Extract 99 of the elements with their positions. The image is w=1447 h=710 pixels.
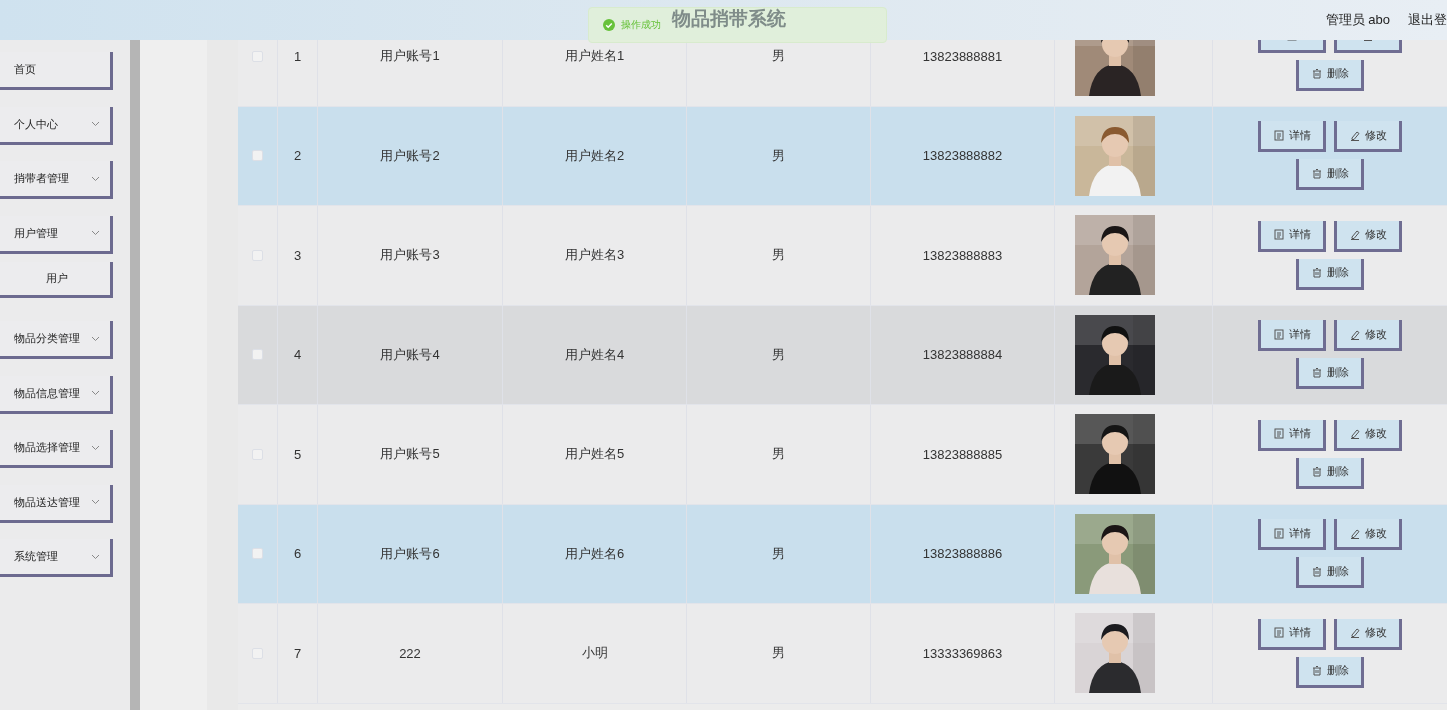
edit-button[interactable]: 修改 xyxy=(1334,519,1402,551)
toast-message: 操作成功 xyxy=(621,18,661,32)
sidebar-item[interactable]: 系统管理 xyxy=(0,539,113,577)
detail-button[interactable]: 详情 xyxy=(1258,519,1326,551)
detail-button[interactable]: 详情 xyxy=(1258,220,1326,252)
table-cell: 用户账号6 xyxy=(380,544,440,563)
table-cell: 小明 xyxy=(581,644,608,663)
sidebar-item[interactable]: 物品选择管理 xyxy=(0,430,113,468)
delete-button[interactable]: 删除 xyxy=(1296,358,1364,390)
table-cell: 13823888883 xyxy=(922,247,1003,263)
chevron-down-icon xyxy=(91,121,100,127)
trash-icon xyxy=(1311,68,1322,80)
edit-button[interactable]: 修改 xyxy=(1334,419,1402,451)
chevron-down-icon xyxy=(91,499,100,505)
table-cell: 2 xyxy=(293,148,302,164)
delete-button[interactable]: 删除 xyxy=(1296,258,1364,290)
table-cell: 用户账号4 xyxy=(380,345,440,364)
table-cell: 222 xyxy=(399,645,421,661)
table-cell: 男 xyxy=(772,644,785,663)
edit-button[interactable]: 修改 xyxy=(1334,320,1402,352)
pencil-icon xyxy=(1349,627,1360,639)
delete-button[interactable]: 删除 xyxy=(1296,457,1364,489)
table-cell: 13823888881 xyxy=(922,48,1003,64)
table-cell: 用户账号5 xyxy=(380,445,440,464)
trash-icon xyxy=(1311,167,1322,179)
table-cell: 男 xyxy=(772,544,785,563)
table-cell: 用户姓名3 xyxy=(564,246,625,265)
document-icon xyxy=(1273,627,1284,639)
table-cell: 用户姓名4 xyxy=(564,345,625,364)
sidebar-item[interactable]: 物品信息管理 xyxy=(0,375,113,414)
chevron-down-icon xyxy=(91,444,100,451)
detail-button[interactable]: 详情 xyxy=(1258,618,1326,650)
chevron-down-icon xyxy=(91,553,100,560)
pencil-icon xyxy=(1349,328,1360,340)
document-icon xyxy=(1273,428,1284,440)
detail-button[interactable]: 详情 xyxy=(1258,121,1326,153)
document-icon xyxy=(1273,328,1284,340)
submenu-item[interactable]: 用户 xyxy=(0,262,113,298)
row-checkbox[interactable] xyxy=(252,349,263,361)
table-cell: 6 xyxy=(293,546,302,562)
pencil-icon xyxy=(1349,428,1360,440)
table-cell: 用户姓名2 xyxy=(564,146,625,165)
table-cell: 男 xyxy=(772,246,785,265)
delete-button[interactable]: 删除 xyxy=(1296,656,1364,688)
table-cell: 用户账号3 xyxy=(380,246,440,265)
table-cell: 用户姓名5 xyxy=(564,445,625,464)
check-circle-icon xyxy=(603,19,615,31)
document-icon xyxy=(1273,527,1284,539)
table-cell: 13823888884 xyxy=(922,347,1003,363)
sidebar-item[interactable]: 个人中心 xyxy=(0,106,113,145)
table-cell: 4 xyxy=(293,347,302,363)
trash-icon xyxy=(1311,466,1322,478)
table-cell: 男 xyxy=(772,345,785,364)
delete-button[interactable]: 删除 xyxy=(1296,557,1364,589)
document-icon xyxy=(1273,229,1284,241)
table-cell: 13333369863 xyxy=(922,645,1003,661)
trash-icon xyxy=(1311,565,1322,577)
table-cell: 13823888886 xyxy=(922,546,1003,562)
edit-button[interactable]: 修改 xyxy=(1334,121,1402,153)
table-cell: 用户姓名1 xyxy=(564,47,625,66)
sidebar-item[interactable]: 物品送达管理 xyxy=(0,484,113,523)
trash-icon xyxy=(1311,267,1322,279)
table-cell: 3 xyxy=(293,247,302,263)
delete-button[interactable]: 删除 xyxy=(1296,59,1364,91)
table-cell: 13823888885 xyxy=(922,446,1003,462)
admin-user-label: 管理员 abo xyxy=(1325,11,1390,29)
table-cell: 1 xyxy=(293,48,302,64)
table-cell: 男 xyxy=(772,47,785,66)
detail-button[interactable]: 详情 xyxy=(1258,419,1326,451)
delete-button[interactable]: 删除 xyxy=(1296,159,1364,191)
chevron-down-icon xyxy=(91,390,100,396)
trash-icon xyxy=(1311,665,1322,677)
table-cell: 7 xyxy=(293,645,302,661)
sidebar-item[interactable]: 物品分类管理 xyxy=(0,321,113,359)
pencil-icon xyxy=(1349,129,1360,141)
system-title: 物品捎带系统 xyxy=(672,7,786,31)
pencil-icon xyxy=(1349,527,1360,539)
table-cell: 5 xyxy=(293,446,302,462)
table-cell: 男 xyxy=(772,445,785,464)
table-cell: 用户姓名6 xyxy=(564,544,625,563)
document-icon xyxy=(1273,129,1284,141)
logout-link[interactable]: 退出登 xyxy=(1408,11,1447,29)
pencil-icon xyxy=(1349,229,1360,241)
sidebar-item[interactable]: 用户管理 xyxy=(0,215,113,254)
sidebar-item[interactable]: 首页 xyxy=(0,52,113,90)
sidebar-item[interactable]: 捎带者管理 xyxy=(0,161,113,199)
detail-button[interactable]: 详情 xyxy=(1258,320,1326,352)
row-checkbox[interactable] xyxy=(252,548,263,560)
table-cell: 男 xyxy=(772,146,785,165)
row-checkbox[interactable] xyxy=(252,150,263,162)
table-cell: 用户账号2 xyxy=(380,146,440,165)
edit-button[interactable]: 修改 xyxy=(1334,220,1402,252)
trash-icon xyxy=(1311,366,1322,378)
table-cell: 用户账号1 xyxy=(380,47,440,66)
chevron-down-icon xyxy=(91,335,100,342)
chevron-down-icon xyxy=(91,175,100,182)
table-cell: 13823888882 xyxy=(922,148,1003,164)
chevron-down-icon xyxy=(91,230,100,236)
edit-button[interactable]: 修改 xyxy=(1334,618,1402,650)
